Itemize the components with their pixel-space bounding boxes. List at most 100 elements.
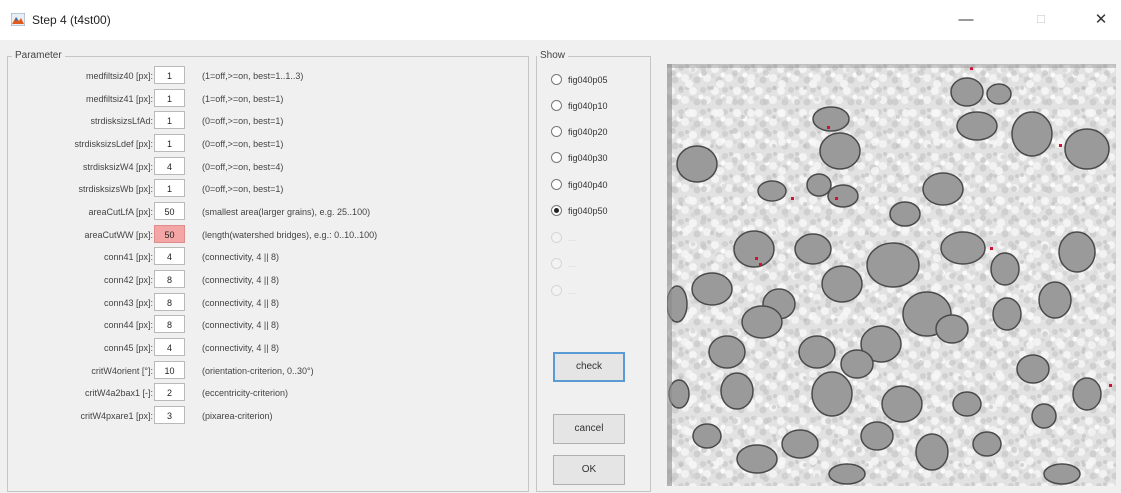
parameter-label: conn44 [px]: [103, 320, 153, 330]
bridge-marker [990, 247, 993, 250]
grain-shape [781, 429, 819, 459]
show-option: ... [551, 255, 647, 273]
grain-shape [922, 172, 964, 206]
parameter-description: (connectivity, 4 || 8) [202, 343, 280, 353]
grain-shape [1038, 281, 1072, 319]
parameter-row: critW4a2bax1 [-]: 2 (eccentricity-criterio… [8, 383, 528, 403]
close-button[interactable]: ✕ [1078, 6, 1121, 34]
maximize-icon: ☐ [1036, 14, 1046, 26]
window-titlebar: Step 4 (t4st00) — ☐ ✕ [0, 0, 1121, 40]
minimize-icon: — [958, 11, 974, 28]
show-option[interactable]: fig040p20 [551, 123, 647, 141]
radio-button[interactable] [551, 152, 562, 163]
parameter-input[interactable]: 4 [154, 157, 185, 175]
grain-shape [935, 314, 969, 344]
grain-shape [708, 335, 746, 369]
parameter-label: strdisksizsLdef [px]: [74, 139, 153, 149]
ok-button[interactable]: OK [553, 455, 625, 485]
show-option[interactable]: fig040p30 [551, 149, 647, 167]
show-option[interactable]: fig040p10 [551, 97, 647, 115]
bridge-marker [1109, 384, 1112, 387]
grain-shape [889, 201, 921, 227]
parameter-input[interactable]: 1 [154, 134, 185, 152]
parameter-label: critW4a2bax1 [-]: [84, 388, 153, 398]
parameter-row: medfiltsiz41 [px]: 1 (1=off,>=on, best=1) [8, 89, 528, 109]
grain-shape [1064, 128, 1110, 170]
bridge-marker [755, 257, 758, 260]
show-option-label: fig040p30 [568, 153, 608, 163]
parameter-row: conn43 [px]: 8 (connectivity, 4 || 8) [8, 293, 528, 313]
parameter-input[interactable]: 8 [154, 270, 185, 288]
parameter-label: conn41 [px]: [103, 252, 153, 262]
parameter-input[interactable]: 3 [154, 406, 185, 424]
close-icon: ✕ [1094, 11, 1108, 28]
parameter-input[interactable]: 50 [154, 202, 185, 220]
grain-shape [992, 297, 1022, 331]
parameter-input[interactable]: 1 [154, 89, 185, 107]
parameter-panel: Parameter medfiltsiz40 [px]: 1 (1=off,>=on… [7, 50, 529, 492]
parameter-row: strdisksizsLfAd: 1 (0=off,>=on, best=1) [8, 111, 528, 131]
parameter-description: (0=off,>=on, best=1) [202, 116, 284, 126]
show-option-label: ... [568, 259, 576, 269]
parameter-input[interactable]: 8 [154, 293, 185, 311]
parameter-input[interactable]: 1 [154, 111, 185, 129]
parameter-input[interactable]: 4 [154, 338, 185, 356]
grain-shape [676, 145, 718, 183]
parameter-input[interactable]: 10 [154, 361, 185, 379]
parameter-label: conn43 [px]: [103, 298, 153, 308]
show-option-label: fig040p10 [568, 101, 608, 111]
radio-button[interactable] [551, 126, 562, 137]
grain-shape [1031, 403, 1057, 429]
show-option-label: fig040p05 [568, 75, 608, 85]
show-option-label: fig040p40 [568, 180, 608, 190]
grain-shape [986, 83, 1012, 105]
grain-shape [860, 421, 894, 451]
parameter-label: critW4orient [°]: [91, 366, 153, 376]
grain-shape [691, 272, 733, 306]
parameter-description: (smallest area(larger grains), e.g. 25..… [202, 207, 371, 217]
parameter-label: areaCutWW [px]: [84, 230, 153, 240]
parameter-row: strdisksizsWb [px]: 1 (0=off,>=on, best=1) [8, 179, 528, 199]
show-option: ... [551, 282, 647, 300]
radio-button[interactable] [551, 100, 562, 111]
check-button[interactable]: check [553, 352, 625, 382]
parameter-input[interactable]: 50 [154, 225, 185, 243]
grain-shape [915, 433, 949, 471]
radio-button[interactable] [551, 179, 562, 190]
show-option[interactable]: fig040p40 [551, 176, 647, 194]
parameter-input[interactable]: 1 [154, 179, 185, 197]
parameter-row: strdisksizW4 [px]: 4 (0=off,>=on, best=4) [8, 157, 528, 177]
matlab-figure-icon [11, 13, 25, 26]
radio-button [551, 232, 562, 243]
parameter-description: (connectivity, 4 || 8) [202, 298, 280, 308]
grain-shape [1043, 463, 1081, 485]
parameter-label: medfiltsiz41 [px]: [85, 94, 153, 104]
show-option-label: fig040p50 [568, 206, 608, 216]
bridge-marker [791, 197, 794, 200]
cancel-button[interactable]: cancel [553, 414, 625, 444]
parameter-input[interactable]: 1 [154, 66, 185, 84]
show-option-label: ... [568, 233, 576, 243]
grain-shape [866, 242, 920, 288]
parameter-input[interactable]: 2 [154, 383, 185, 401]
show-option: ... [551, 229, 647, 247]
show-option[interactable]: fig040p05 [551, 71, 647, 89]
grain-shape [692, 423, 722, 449]
show-option-label: fig040p20 [568, 127, 608, 137]
grain-shape [757, 180, 787, 202]
parameter-input[interactable]: 8 [154, 315, 185, 333]
parameter-description: (connectivity, 4 || 8) [202, 275, 280, 285]
minimize-button[interactable]: — [943, 6, 989, 34]
parameter-input[interactable]: 4 [154, 247, 185, 265]
show-option-label: ... [568, 286, 576, 296]
show-option[interactable]: fig040p50 [551, 202, 647, 220]
grain-shape [733, 230, 775, 268]
parameter-label: areaCutLfA [px]: [88, 207, 153, 217]
grain-shape [828, 463, 866, 485]
maximize-button[interactable]: ☐ [1018, 6, 1064, 34]
grain-shape [798, 335, 836, 369]
parameter-description: (connectivity, 4 || 8) [202, 252, 280, 262]
segmentation-image-view[interactable] [667, 64, 1116, 486]
radio-button[interactable] [551, 74, 562, 85]
radio-button[interactable] [551, 205, 562, 216]
